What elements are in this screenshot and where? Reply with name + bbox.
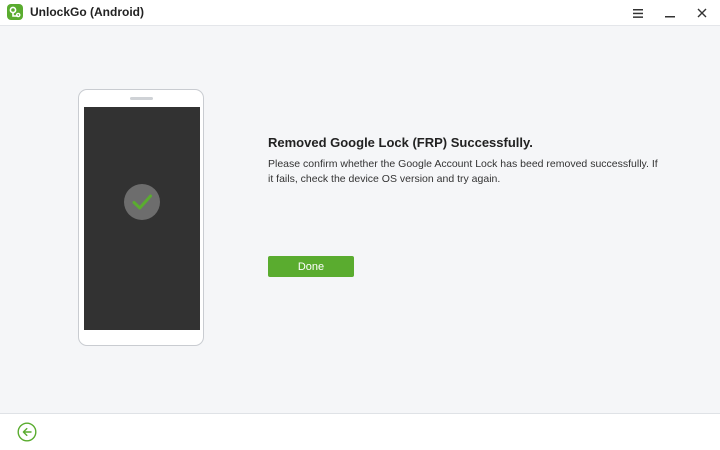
minimize-icon[interactable]: [656, 0, 684, 26]
footer-bar: [0, 413, 720, 450]
success-check-icon: [123, 183, 161, 221]
close-icon[interactable]: [688, 0, 716, 26]
app-title: UnlockGo (Android): [30, 5, 144, 19]
menu-icon[interactable]: [624, 0, 652, 26]
success-description: Please confirm whether the Google Accoun…: [268, 158, 658, 185]
phone-illustration: [78, 89, 204, 346]
app-logo: [7, 4, 23, 20]
done-button[interactable]: Done: [268, 256, 354, 277]
title-bar: UnlockGo (Android): [0, 0, 720, 26]
back-arrow-icon[interactable]: [17, 422, 37, 442]
phone-speaker: [130, 97, 153, 100]
phone-screen: [84, 107, 200, 330]
success-heading: Removed Google Lock (FRP) Successfully.: [268, 135, 533, 150]
